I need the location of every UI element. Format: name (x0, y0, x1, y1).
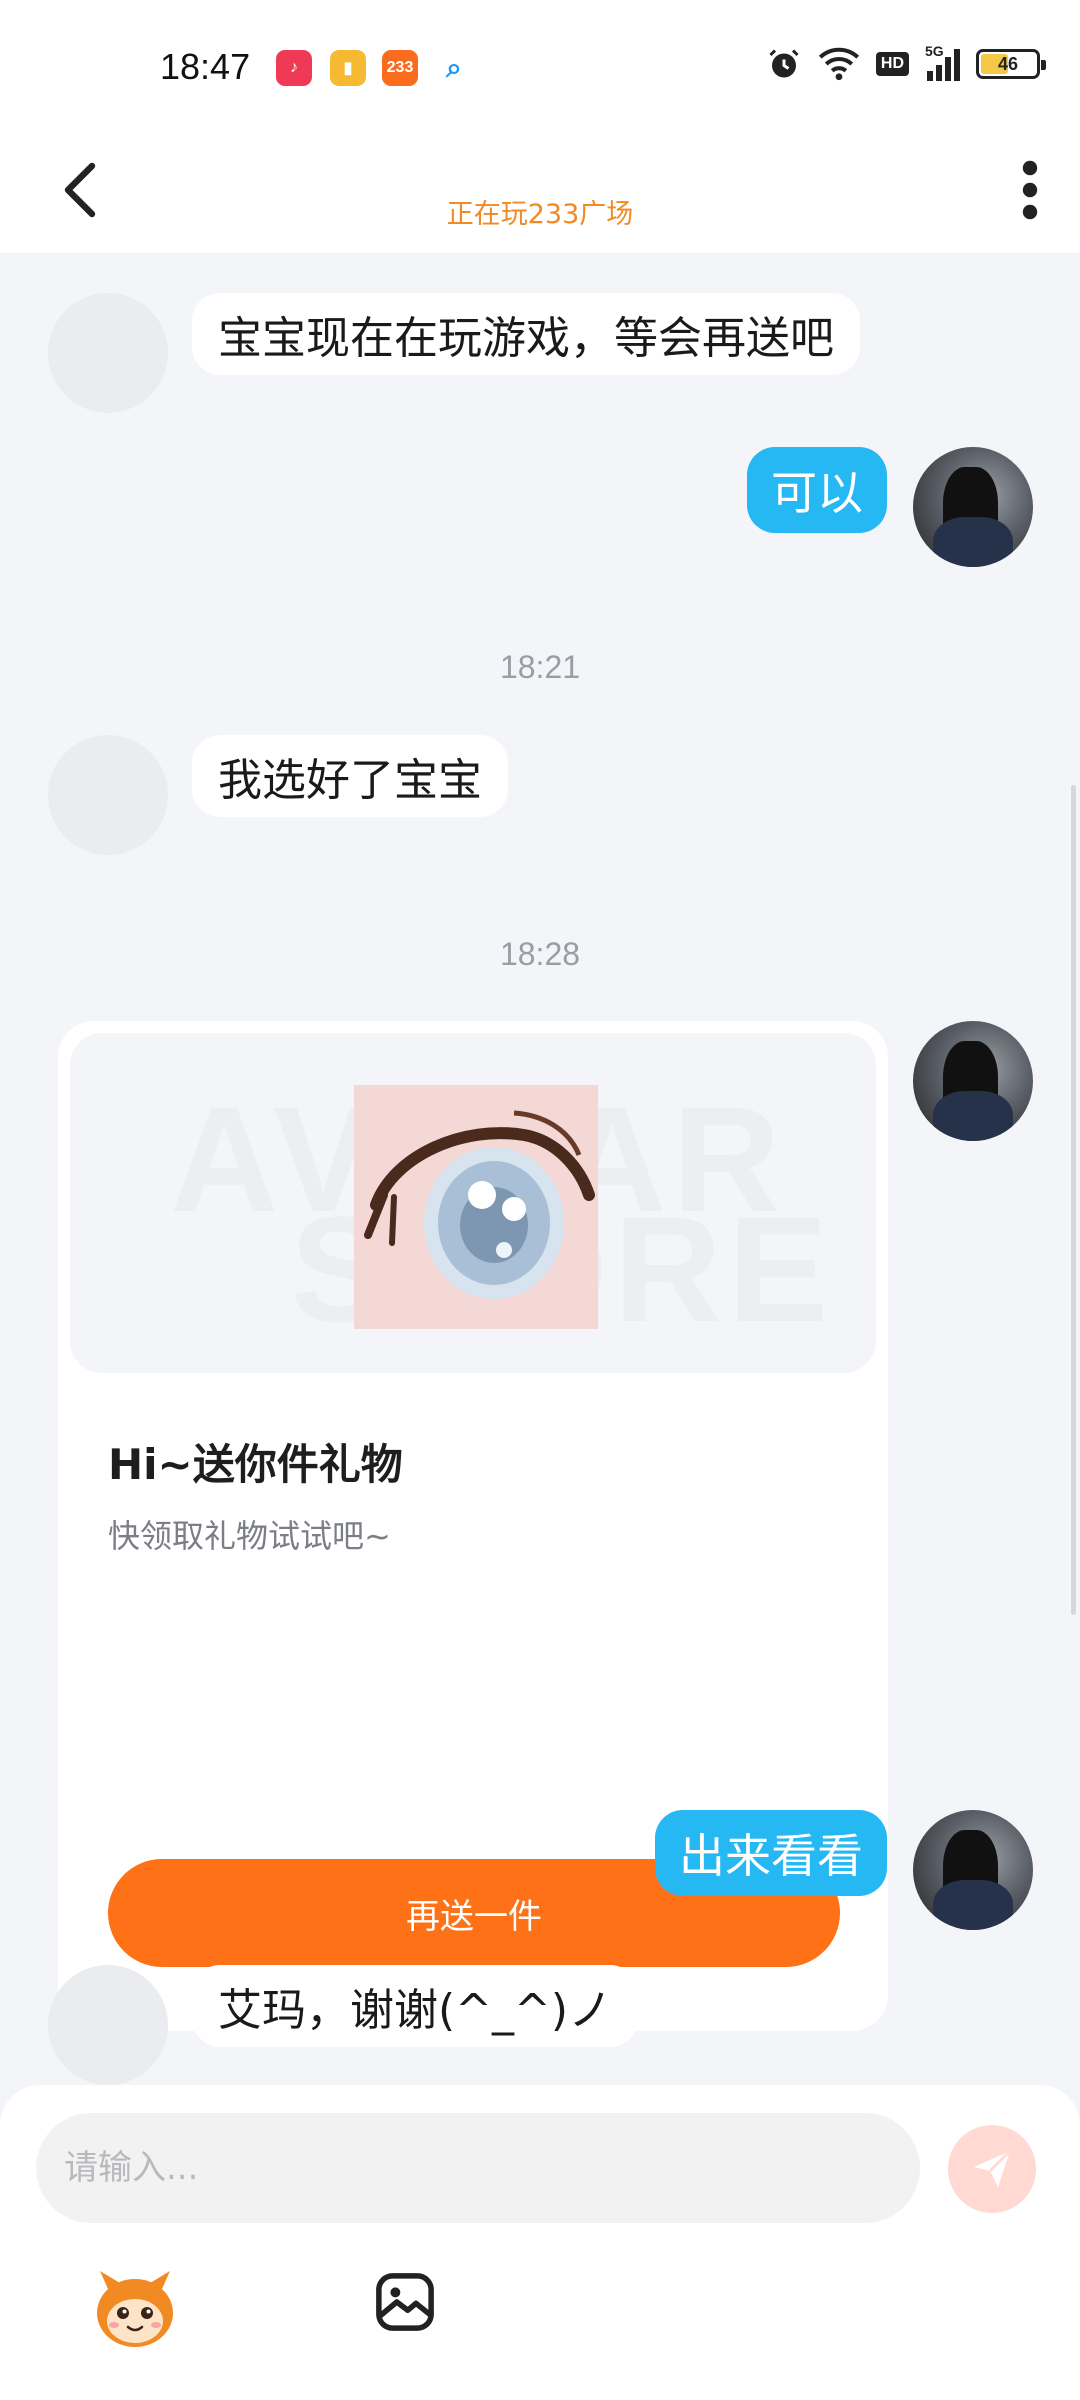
header-subtitle: 正在玩233广场 (446, 199, 634, 230)
network-label: 5G (925, 43, 944, 59)
signal-icon: 5G (925, 43, 960, 81)
avatar-other[interactable] (48, 1965, 168, 2085)
more-vertical-icon (1022, 160, 1038, 220)
send-icon (974, 2150, 1011, 2187)
music-app-icon: ♪ (276, 50, 312, 86)
message-bubble-sent[interactable]: 出来看看 (655, 1810, 887, 1896)
emoji-button[interactable] (90, 2263, 180, 2353)
alarm-icon (769, 49, 799, 78)
chat-message-list[interactable]: 宝宝现在在玩游戏，等会再送吧 可以 18:21 我选好了宝宝 18:28 AVA… (0, 255, 1080, 2085)
avatar-me[interactable] (913, 1810, 1033, 1930)
input-area (0, 2085, 1080, 2400)
image-picker-button[interactable] (372, 2269, 438, 2335)
message-input[interactable] (36, 2113, 920, 2223)
battery-level: 46 (997, 53, 1019, 74)
gift-description: 快领取礼物试试吧~ (108, 1517, 391, 1555)
message-timestamp: 18:28 (499, 936, 581, 972)
avatar-me[interactable] (913, 1021, 1033, 1141)
chat-header: 正在玩233广场 (0, 136, 1080, 254)
status-bar: 18:47 ♪ ▮ 233 ⌕ HD 5G 46 (0, 0, 1080, 136)
more-options-button[interactable] (1000, 150, 1060, 230)
message-bubble-sent[interactable]: 可以 (747, 447, 887, 533)
gift-title: Hi~送你件礼物 (108, 1440, 403, 1489)
battery-icon: 46 (976, 49, 1046, 79)
avatar-other[interactable] (48, 293, 168, 413)
status-indicators: HD 5G 46 (766, 43, 1046, 82)
books-app-icon: ▮ (330, 50, 366, 86)
avatar-other[interactable] (48, 735, 168, 855)
status-time: 18:47 (160, 46, 251, 87)
mascot-emoji-icon (97, 2271, 173, 2347)
message-bubble-received[interactable]: 艾玛，谢谢(^_^)ノ (192, 1965, 639, 2047)
message-bubble-received[interactable]: 我选好了宝宝 (192, 735, 508, 817)
gift-eye-image[interactable] (354, 1085, 598, 1329)
gift-image-area: AVATAR STORE (70, 1033, 876, 1373)
message-bubble-received[interactable]: 宝宝现在在玩游戏，等会再送吧 (192, 293, 860, 375)
scrollbar[interactable] (1071, 785, 1076, 1615)
message-timestamp: 18:21 (499, 649, 581, 685)
233-app-icon: 233 (382, 50, 418, 86)
eye-illustration (364, 1110, 595, 1299)
send-button[interactable] (948, 2125, 1036, 2213)
hd-badge: HD (875, 52, 909, 76)
search-app-icon: ⌕ (446, 51, 462, 83)
image-icon (376, 2273, 434, 2331)
avatar-me[interactable] (913, 447, 1033, 567)
wifi-icon (818, 47, 859, 81)
